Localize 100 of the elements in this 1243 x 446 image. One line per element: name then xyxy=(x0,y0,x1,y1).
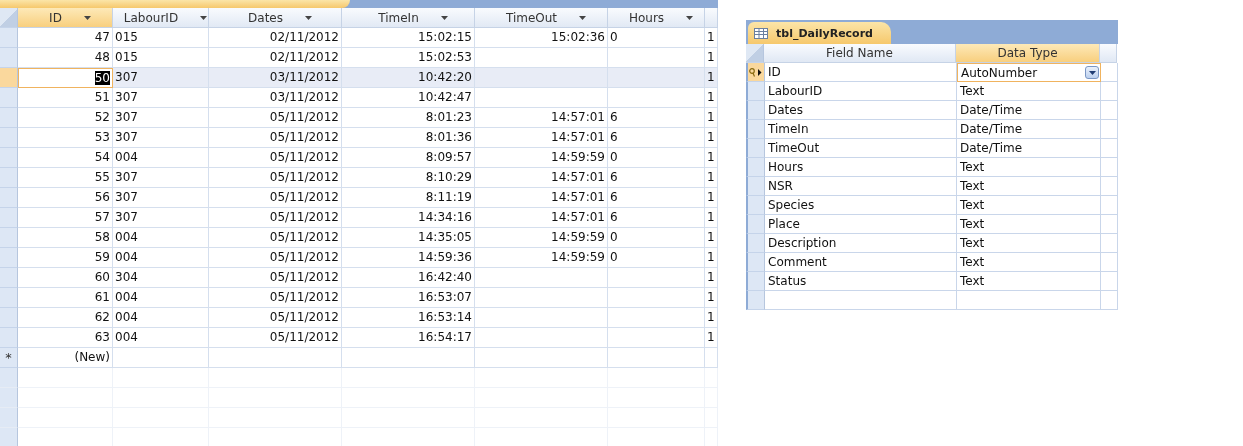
column-header[interactable]: TimeOut xyxy=(475,8,608,28)
dropdown-arrow-icon[interactable] xyxy=(304,15,312,20)
empty-cell xyxy=(1101,234,1118,253)
table-cell: 1 xyxy=(705,108,718,128)
table-cell: 307 xyxy=(113,88,209,108)
table-cell: 54 xyxy=(18,148,113,168)
empty-cell xyxy=(1101,196,1118,215)
table-cell: TimeOut xyxy=(765,139,957,158)
table-cell: 1 xyxy=(705,208,718,228)
table-cell: 004 xyxy=(113,308,209,328)
empty-cell xyxy=(1101,272,1118,291)
document-tab[interactable]: tbl_DailyRecord xyxy=(748,22,891,44)
column-header[interactable]: LabourID xyxy=(113,8,209,28)
table-cell: 15:02:36 xyxy=(475,28,608,48)
table-cell: Date/Time xyxy=(957,120,1101,139)
table-cell: 03/11/2012 xyxy=(209,88,342,108)
table-cell: Dates xyxy=(765,101,957,120)
table-cell: 63 xyxy=(18,328,113,348)
empty-cell xyxy=(1101,215,1118,234)
table-cell: 05/11/2012 xyxy=(209,168,342,188)
table-cell: 1 xyxy=(705,128,718,148)
table-cell: 6 xyxy=(608,208,705,228)
table-cell: 1 xyxy=(705,268,718,288)
column-header[interactable]: Hours xyxy=(608,8,705,28)
table-cell: 05/11/2012 xyxy=(209,228,342,248)
table-cell: 004 xyxy=(113,148,209,168)
table-cell: 1 xyxy=(705,328,718,348)
table-cell: 1 xyxy=(705,308,718,328)
table-cell: NSR xyxy=(765,177,957,196)
table-cell: 1 xyxy=(705,248,718,268)
table-cell: 307 xyxy=(113,108,209,128)
table-cell: 56 xyxy=(18,188,113,208)
table-cell: 307 xyxy=(113,208,209,228)
table-cell: 05/11/2012 xyxy=(209,328,342,348)
table-cell: 05/11/2012 xyxy=(209,288,342,308)
new-record-marker: * xyxy=(0,348,18,368)
table-cell: Text xyxy=(957,196,1101,215)
table-cell: 1 xyxy=(705,228,718,248)
table-cell: 05/11/2012 xyxy=(209,308,342,328)
table-cell: 14:59:59 xyxy=(475,248,608,268)
table-cell: 8:10:29 xyxy=(342,168,475,188)
empty-cell xyxy=(705,368,718,388)
table-cell: 14:57:01 xyxy=(475,108,608,128)
table-cell: Text xyxy=(957,253,1101,272)
empty-cell xyxy=(1101,82,1118,101)
row-selector[interactable] xyxy=(746,63,765,82)
table-cell: 10:42:20 xyxy=(342,68,475,88)
table-cell: 0 xyxy=(608,248,705,268)
empty-cell xyxy=(1101,139,1118,158)
table-cell: 307 xyxy=(113,128,209,148)
table-cell: 004 xyxy=(113,288,209,308)
table-cell: 307 xyxy=(113,168,209,188)
table-cell: ID xyxy=(765,63,957,82)
document-tab[interactable] xyxy=(0,0,350,8)
column-header[interactable]: TimeIn xyxy=(342,8,475,28)
table-cell: 10:42:47 xyxy=(342,88,475,108)
table-cell: 02/11/2012 xyxy=(209,28,342,48)
table-cell: 1 xyxy=(705,88,718,108)
table-cell: 1 xyxy=(705,68,718,88)
table-cell: 47 xyxy=(18,28,113,48)
table-cell: 6 xyxy=(608,168,705,188)
table-cell: TimeIn xyxy=(765,120,957,139)
column-header[interactable]: Dates xyxy=(209,8,342,28)
table-cell: 57 xyxy=(18,208,113,228)
table-cell: Text xyxy=(957,215,1101,234)
dropdown-arrow-icon[interactable] xyxy=(200,15,208,20)
table-cell: 14:59:59 xyxy=(475,148,608,168)
data-type-dropdown[interactable]: AutoNumber xyxy=(957,63,1101,82)
table-cell: 304 xyxy=(113,268,209,288)
table-cell: 05/11/2012 xyxy=(209,108,342,128)
table-cell: Status xyxy=(765,272,957,291)
table-cell: 1 xyxy=(705,288,718,308)
dropdown-arrow-icon[interactable] xyxy=(579,15,587,20)
column-header xyxy=(1100,44,1117,63)
table-cell: 58 xyxy=(18,228,113,248)
table-cell: Comment xyxy=(765,253,957,272)
table-cell: 8:01:23 xyxy=(342,108,475,128)
dropdown-arrow-icon[interactable] xyxy=(686,15,694,20)
dropdown-arrow-icon[interactable] xyxy=(83,15,91,20)
table-cell-field[interactable]: 50 xyxy=(18,68,113,88)
column-header[interactable]: ID xyxy=(18,8,113,28)
key-icon xyxy=(749,67,762,77)
dropdown-button[interactable] xyxy=(1085,66,1099,79)
table-cell: Text xyxy=(957,177,1101,196)
table-cell: 307 xyxy=(113,188,209,208)
table-cell: 1 xyxy=(705,28,718,48)
select-all-corner[interactable] xyxy=(0,8,18,28)
caret-icon xyxy=(1088,70,1096,75)
table-cell: Place xyxy=(765,215,957,234)
table-cell: (New) xyxy=(18,348,113,368)
table-cell: 0 xyxy=(608,148,705,168)
table-cell: 0 xyxy=(608,228,705,248)
table-cell: 1 xyxy=(705,168,718,188)
table-cell: 15:02:15 xyxy=(342,28,475,48)
table-cell: 8:11:19 xyxy=(342,188,475,208)
table-cell: 61 xyxy=(18,288,113,308)
dropdown-arrow-icon[interactable] xyxy=(440,15,448,20)
column-header[interactable] xyxy=(705,8,718,28)
table-cell: 6 xyxy=(608,128,705,148)
table-cell: Text xyxy=(957,158,1101,177)
